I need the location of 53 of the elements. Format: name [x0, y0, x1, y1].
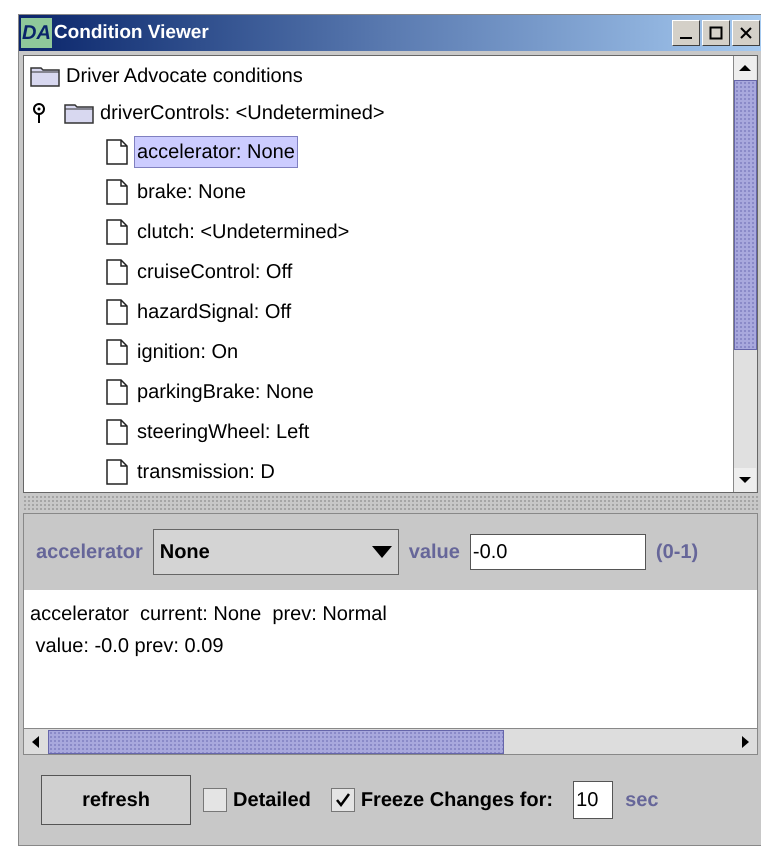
dropdown-caret-icon	[372, 546, 392, 558]
state-dropdown[interactable]: None	[152, 529, 399, 575]
document-icon	[106, 219, 128, 245]
checkbox-label: Freeze Changes for:	[360, 788, 554, 813]
checkbox[interactable]	[203, 788, 227, 812]
maximize-icon	[709, 26, 723, 40]
folder-icon	[64, 102, 94, 124]
refresh-button[interactable]: refresh	[41, 775, 191, 825]
tree-leaf[interactable]: accelerator: None	[134, 136, 298, 168]
document-icon	[106, 299, 128, 325]
value-label: value	[408, 540, 460, 565]
document-icon	[106, 459, 128, 485]
tree-leaf[interactable]: parkingBrake: None	[134, 376, 317, 408]
tree-leaf[interactable]: brake: None	[134, 176, 249, 208]
tree-node[interactable]: driverControls: <Undetermined>	[100, 98, 385, 128]
detail-line: accelerator current: None prev: Normal	[30, 602, 388, 627]
close-button[interactable]	[732, 20, 760, 46]
tree-leaf[interactable]: hazardSignal: Off	[134, 296, 294, 328]
document-icon	[106, 179, 128, 205]
folder-icon	[30, 65, 60, 87]
scroll-thumb[interactable]	[48, 730, 504, 754]
tree-leaf[interactable]: steeringWheel: Left	[134, 416, 312, 448]
app-logo: DA	[21, 18, 52, 48]
seconds-field[interactable]: 10	[573, 781, 614, 819]
vertical-scrollbar[interactable]	[733, 56, 757, 492]
horizontal-scrollbar[interactable]	[24, 728, 757, 754]
tree-leaf[interactable]: ignition: On	[134, 336, 242, 368]
range-label: (0-1)	[656, 540, 698, 565]
detail-line: value: -0.0 prev: 0.09	[34, 634, 224, 659]
condition-name: accelerator	[36, 540, 143, 565]
checkmark-icon	[334, 792, 351, 808]
maximize-button[interactable]	[702, 20, 730, 46]
tree-node[interactable]: Driver Advocate conditions	[66, 61, 303, 91]
scroll-up-icon[interactable]	[734, 56, 756, 80]
document-icon	[106, 379, 128, 405]
value-field[interactable]: -0.0	[470, 534, 646, 570]
document-icon	[106, 419, 128, 445]
minimize-icon	[679, 37, 693, 39]
close-icon	[739, 26, 753, 40]
expanded-handle-icon[interactable]	[32, 102, 46, 124]
window-title: Condition Viewer	[54, 20, 209, 45]
document-icon	[106, 339, 128, 365]
tree-leaf[interactable]: transmission: D	[134, 456, 278, 488]
scroll-down-icon[interactable]	[734, 468, 756, 492]
document-icon	[106, 139, 128, 165]
checkbox[interactable]	[330, 788, 355, 812]
unit-label: sec	[625, 788, 658, 813]
tree-leaf[interactable]: clutch: <Undetermined>	[134, 216, 352, 248]
document-icon	[106, 259, 128, 285]
minimize-button[interactable]	[672, 20, 700, 46]
scroll-thumb[interactable]	[734, 80, 757, 350]
checkbox-label: Detailed	[233, 788, 311, 813]
tree-leaf[interactable]: cruiseControl: Off	[134, 256, 296, 288]
